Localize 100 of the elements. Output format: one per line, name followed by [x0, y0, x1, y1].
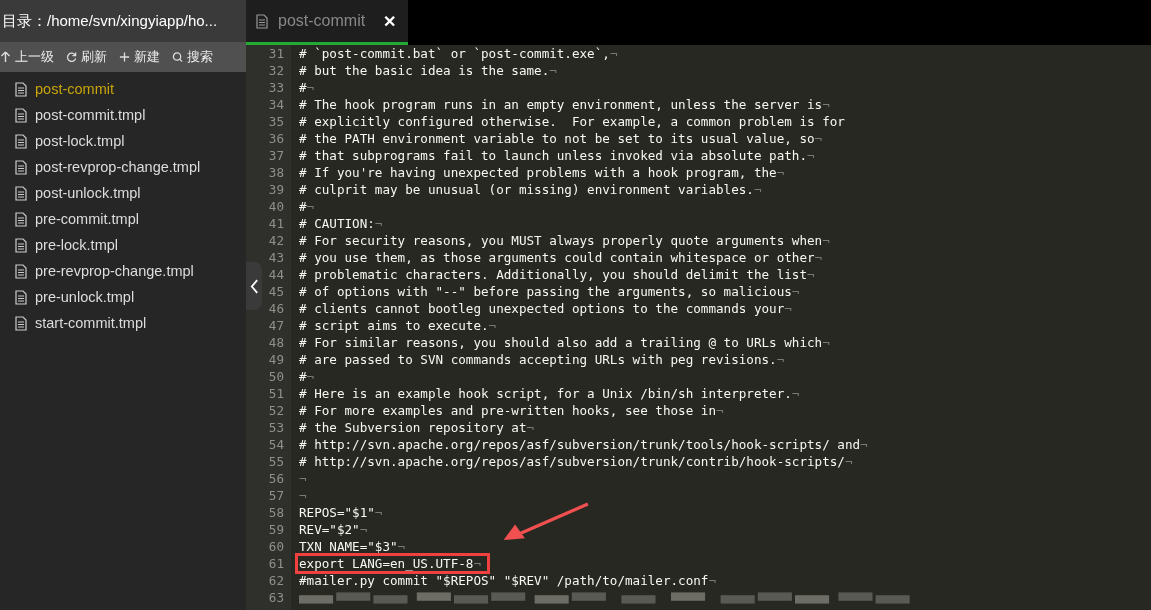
line-number: 49 — [267, 352, 284, 367]
line-end-mark: ¬ — [488, 318, 497, 333]
line-number: 53 — [267, 420, 284, 435]
line-end-mark: ¬ — [814, 131, 823, 146]
file-name: pre-commit.tmpl — [35, 211, 139, 227]
line-number: 38 — [267, 165, 284, 180]
code-text: # but the basic idea is the same. — [299, 63, 550, 78]
code-text: # For security reasons, you MUST always properly quote arguments when — [299, 233, 823, 248]
line-end-mark: ¬ — [397, 539, 406, 554]
document-icon — [15, 315, 27, 331]
line-number: 51 — [267, 386, 284, 401]
line-end-mark: ¬ — [860, 437, 868, 452]
line-number: 62 — [267, 573, 284, 588]
line-number: 31 — [267, 46, 284, 61]
up-arrow-icon — [0, 51, 11, 63]
line-number: 40 — [267, 199, 284, 214]
code-text: # The hook program runs in an empty environment, unless the server is — [299, 97, 823, 112]
line-number: 35 — [267, 114, 284, 129]
file-item[interactable]: pre-lock.tmpl — [0, 232, 246, 258]
collapse-handle[interactable] — [246, 262, 262, 310]
line-number: 57 — [267, 488, 284, 503]
code-text: export LANG=en_US.UTF-8 — [299, 556, 474, 571]
line-number: 55 — [267, 454, 284, 469]
line-end-mark: ¬ — [776, 352, 785, 367]
code-text: #mailer.py commit "$REPOS" "$REV" /path/to/mailer.conf — [299, 573, 709, 588]
line-end-mark: ¬ — [784, 301, 792, 316]
refresh-icon — [66, 51, 77, 63]
file-name: post-commit.tmpl — [35, 107, 146, 123]
code-text: # that subprograms fail to launch unless invoked via absolute path. — [299, 148, 807, 163]
line-number: 59 — [267, 522, 284, 537]
line-number: 37 — [267, 148, 284, 163]
code-text: TXN_NAME="$3" — [299, 539, 398, 554]
line-number: 50 — [267, 369, 284, 384]
file-item[interactable]: pre-revprop-change.tmpl — [0, 258, 246, 284]
file-item[interactable]: pre-unlock.tmpl — [0, 284, 246, 310]
document-icon — [15, 263, 27, 279]
document-icon — [15, 133, 27, 149]
line-number: 61 — [267, 556, 284, 571]
code-text: # `post-commit.bat` or `post-commit.exe`, — [299, 46, 610, 61]
line-number: 48 — [267, 335, 284, 350]
close-button[interactable]: ✕ — [383, 11, 408, 31]
file-name: post-commit — [35, 81, 114, 97]
toolbar-button[interactable]: 搜索 — [168, 48, 219, 66]
file-name: start-commit.tmpl — [35, 315, 147, 331]
line-end-mark: ¬ — [549, 63, 557, 78]
file-item[interactable]: post-revprop-change.tmpl — [0, 154, 246, 180]
file-item[interactable]: post-lock.tmpl — [0, 128, 246, 154]
line-end-mark: ¬ — [526, 420, 535, 435]
document-icon — [15, 185, 27, 201]
line-end-mark: ¬ — [791, 386, 800, 401]
file-item[interactable]: post-commit — [0, 76, 246, 102]
line-number: 41 — [267, 216, 284, 231]
file-item[interactable]: pre-commit.tmpl — [0, 206, 246, 232]
line-end-mark: ¬ — [791, 284, 800, 299]
code-text: # CAUTION: — [299, 216, 375, 231]
line-end-mark: ¬ — [814, 250, 823, 265]
code-text: # are passed to SVN commands accepting URLs with peg revisions. — [299, 352, 777, 367]
line-end-mark: ¬ — [844, 454, 853, 469]
line-end-mark: ¬ — [822, 335, 830, 350]
code-text: # clients cannot bootleg unexpected options to the commands your — [299, 301, 785, 316]
document-icon — [15, 211, 27, 227]
code-text: # — [299, 369, 307, 384]
line-end-mark: ¬ — [299, 488, 307, 503]
line-end-mark: ¬ — [776, 165, 785, 180]
editor-tab[interactable]: post-commit ✕ — [246, 0, 408, 45]
document-icon — [15, 107, 27, 123]
code-text: # For more examples and pre-written hooks, see those in — [299, 403, 716, 418]
line-number: 34 — [267, 97, 284, 112]
line-number: 52 — [267, 403, 284, 418]
code-text: # explicitly configured otherwise. For example, a common problem is for — [299, 114, 845, 129]
line-end-mark: ¬ — [374, 505, 383, 520]
line-end-mark: ¬ — [299, 471, 307, 486]
code-text: # For similar reasons, you should also add a trailing @ to URLs which — [299, 335, 823, 350]
file-item[interactable]: post-unlock.tmpl — [0, 180, 246, 206]
line-number: 58 — [267, 505, 284, 520]
directory-title: 目录：/home/svn/xingyiapp/ho... — [0, 0, 246, 42]
line-end-mark: ¬ — [716, 403, 724, 418]
line-number: 60 — [267, 539, 284, 554]
line-number: 44 — [267, 267, 284, 282]
line-end-mark: ¬ — [807, 267, 815, 282]
line-number: 47 — [267, 318, 284, 333]
line-end-mark: ¬ — [473, 556, 481, 571]
code-text: # the Subversion repository at — [299, 420, 527, 435]
code-text: # If you're having unexpected problems with a hook program, the — [299, 165, 777, 180]
line-end-mark: ¬ — [374, 216, 383, 231]
file-item[interactable]: start-commit.tmpl — [0, 310, 246, 336]
file-item[interactable]: post-commit.tmpl — [0, 102, 246, 128]
document-icon — [256, 13, 268, 29]
tab-label: post-commit — [278, 12, 367, 30]
line-end-mark: ¬ — [359, 522, 368, 537]
toolbar-button[interactable]: 新建 — [115, 48, 166, 66]
line-number: 45 — [267, 284, 284, 299]
toolbar-button[interactable]: 刷新 — [62, 48, 113, 66]
file-name: pre-unlock.tmpl — [35, 289, 135, 305]
code-text: REV="$2" — [299, 522, 360, 537]
search-icon — [172, 51, 183, 63]
code-text: # problematic characters. Additionally, you should delimit the list — [299, 267, 807, 282]
line-end-mark: ¬ — [753, 182, 762, 197]
toolbar-button[interactable]: 上一级 — [0, 48, 60, 66]
file-name: post-lock.tmpl — [35, 133, 125, 149]
